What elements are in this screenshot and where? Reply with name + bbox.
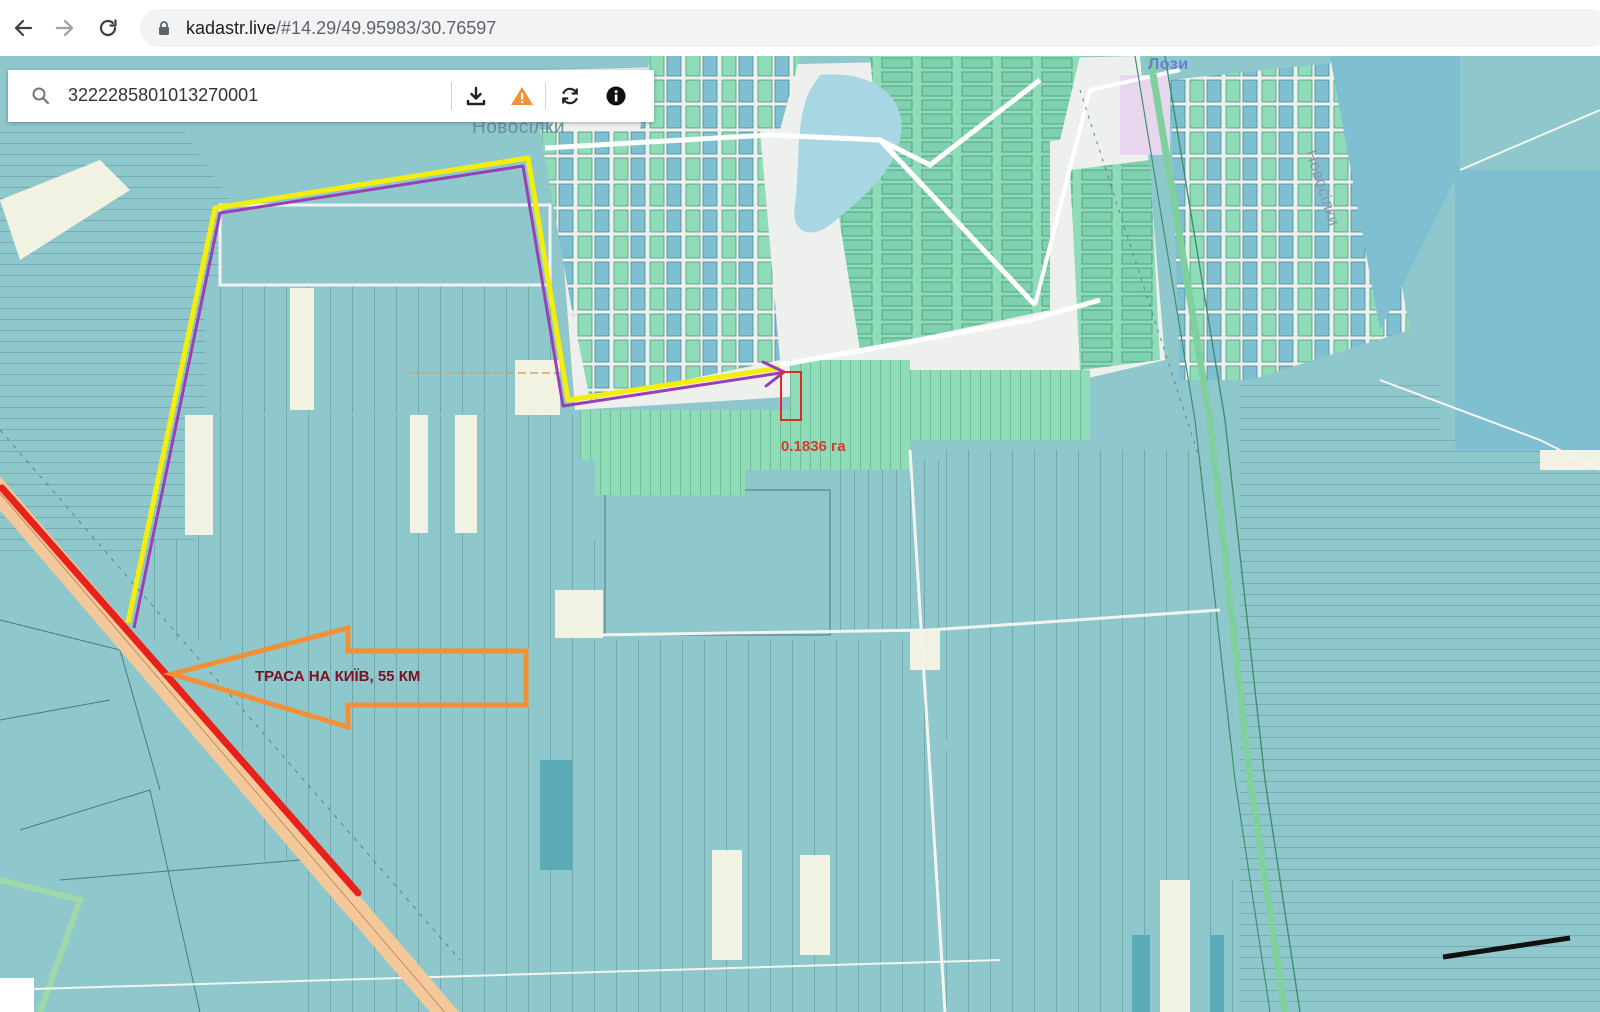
back-button[interactable] (8, 13, 38, 43)
url-text[interactable]: kadastr.live/#14.29/49.95983/30.76597 (186, 18, 496, 39)
url-path: /#14.29/49.95983/30.76597 (276, 18, 497, 38)
arrow-left-icon (14, 19, 33, 37)
reload-icon (99, 19, 117, 37)
parcel-area-label: 0.1836 га (781, 438, 846, 455)
refresh-icon (562, 87, 578, 105)
toolbar-divider (545, 82, 546, 110)
search-panel (8, 70, 654, 122)
search-icon (32, 87, 50, 105)
lock-icon (159, 21, 169, 35)
map-corner-box (0, 978, 34, 1012)
info-button[interactable] (599, 80, 633, 112)
download-icon (466, 86, 486, 106)
forward-button[interactable] (50, 13, 80, 43)
route-label: ТРАСА НА КИЇВ, 55 КМ (255, 668, 421, 685)
report-issue-button[interactable] (505, 80, 539, 112)
cadastral-number-input[interactable] (68, 78, 448, 112)
place-label-lozy: Лози (1148, 56, 1189, 73)
download-button[interactable] (459, 80, 493, 112)
url-host: kadastr.live (186, 18, 277, 38)
warning-icon (511, 87, 533, 105)
reload-button[interactable] (93, 13, 123, 43)
toolbar-divider (451, 82, 452, 110)
arrow-right-icon (55, 19, 74, 37)
info-icon (606, 86, 626, 106)
map-canvas[interactable]: Новосілки Лози Новосілки 0.1836 га ТРАСА… (0, 56, 1600, 1012)
refresh-button[interactable] (553, 80, 587, 112)
browser-toolbar: kadastr.live/#14.29/49.95983/30.76597 (0, 0, 1600, 57)
cadastral-map (0, 56, 1600, 1012)
address-bar[interactable]: kadastr.live/#14.29/49.95983/30.76597 (140, 9, 1600, 47)
